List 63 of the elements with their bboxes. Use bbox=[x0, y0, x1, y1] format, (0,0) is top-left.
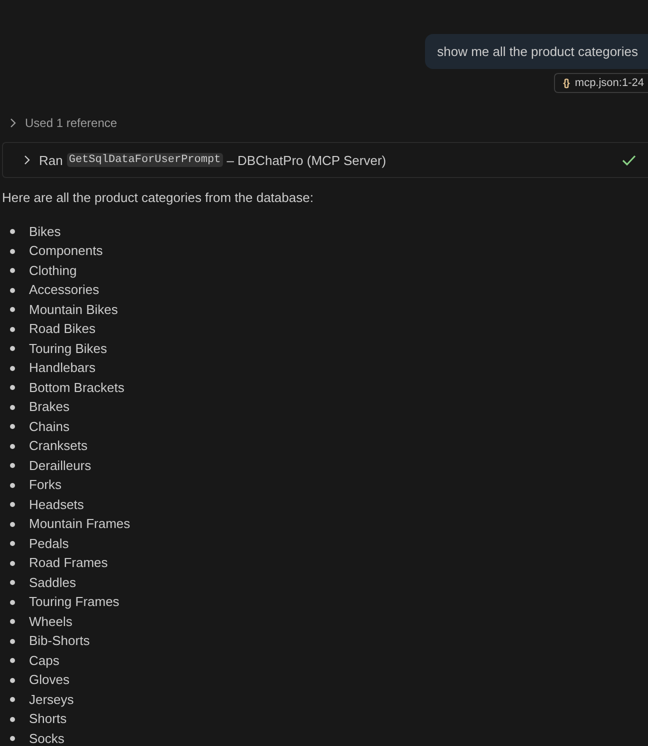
list-item: Bottom Brackets bbox=[29, 380, 124, 396]
list-item: Jerseys bbox=[29, 692, 74, 708]
bullet-icon bbox=[10, 307, 15, 312]
tool-source: – DBChatPro (MCP Server) bbox=[226, 152, 386, 168]
bullet-icon bbox=[10, 366, 15, 371]
bullet-icon bbox=[10, 268, 15, 274]
bullet-icon bbox=[10, 716, 15, 722]
bullet-icon bbox=[10, 326, 15, 332]
list-item: Mountain Bikes bbox=[29, 302, 118, 318]
list-item: Mountain Frames bbox=[29, 516, 130, 532]
response-intro: Here are all the product categories from the database: bbox=[2, 190, 314, 206]
list-item: Clothing bbox=[29, 262, 77, 279]
bullet-icon bbox=[10, 522, 15, 527]
bullet-icon bbox=[10, 229, 15, 234]
list-item: Touring Bikes bbox=[29, 340, 108, 357]
list-item: Pedals bbox=[29, 536, 69, 552]
bullet-icon bbox=[10, 541, 15, 546]
list-item: Gloves bbox=[29, 672, 70, 688]
bullet-icon bbox=[10, 424, 15, 430]
bullet-icon bbox=[10, 638, 15, 644]
list-item: Road Bikes bbox=[29, 321, 96, 338]
tool-call-panel[interactable]: Ran GetSqlDataForUserPrompt – DBChatPro (MCP Server) bbox=[2, 142, 648, 178]
list-item: Chains bbox=[29, 418, 70, 435]
list-item: Derailleurs bbox=[29, 458, 92, 474]
list-item: Bib-Shorts bbox=[29, 633, 90, 650]
reference-chip[interactable]: {} mcp.json:1-24 bbox=[554, 73, 648, 93]
bullet-icon bbox=[10, 482, 15, 488]
list-item: Accessories bbox=[29, 282, 100, 298]
bullet-icon bbox=[10, 560, 15, 566]
bullet-icon bbox=[10, 658, 15, 664]
bullet-icon bbox=[10, 736, 15, 742]
list-item: Shorts bbox=[29, 711, 67, 728]
bullet-icon bbox=[10, 346, 15, 352]
tool-verb: Ran bbox=[39, 152, 63, 168]
list-item: Socks bbox=[29, 730, 64, 746]
bullet-icon bbox=[10, 385, 15, 390]
list-item: Bikes bbox=[29, 224, 61, 240]
list-item: Saddles bbox=[29, 574, 76, 591]
list-item: Caps bbox=[29, 652, 60, 669]
list-item: Forks bbox=[29, 477, 62, 494]
bullet-icon bbox=[10, 678, 15, 683]
braces-icon: {} bbox=[563, 78, 569, 88]
bullet-icon bbox=[10, 288, 15, 293]
list-item: Brakes bbox=[29, 399, 70, 416]
bullet-icon bbox=[10, 444, 15, 449]
list-item: Handlebars bbox=[29, 360, 96, 376]
bullet-icon bbox=[10, 502, 15, 508]
list-item: Touring Frames bbox=[29, 594, 120, 610]
list-item: Components bbox=[29, 243, 103, 260]
list-item: Wheels bbox=[29, 614, 72, 630]
bullet-icon bbox=[10, 697, 15, 702]
bullet-icon bbox=[10, 580, 15, 586]
bullet-icon bbox=[10, 404, 15, 410]
user-message: show me all the product categories bbox=[425, 34, 648, 69]
list-item: Cranksets bbox=[29, 438, 88, 454]
references-toggle[interactable]: Used 1 reference bbox=[10, 115, 118, 131]
bullet-icon bbox=[10, 248, 15, 254]
tool-name: GetSqlDataForUserPrompt bbox=[66, 153, 223, 167]
bullet-icon bbox=[10, 600, 15, 605]
list-item: Road Frames bbox=[29, 555, 108, 572]
list-item: Headsets bbox=[29, 496, 84, 513]
bullet-icon bbox=[10, 463, 15, 468]
bullet-icon bbox=[10, 619, 15, 624]
